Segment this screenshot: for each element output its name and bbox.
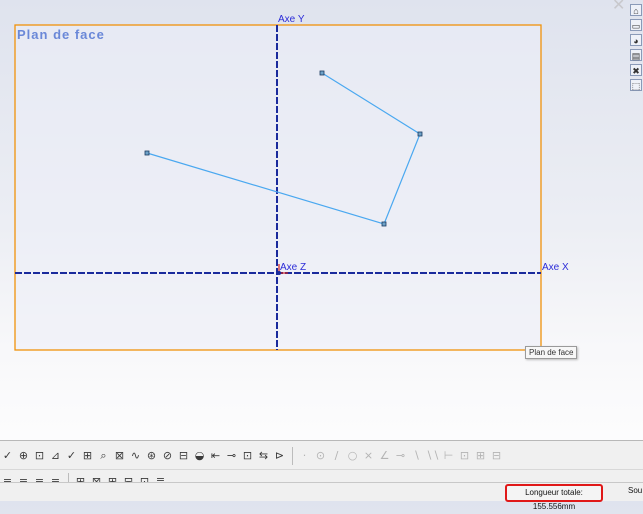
axis-y-label: Axe Y (278, 14, 305, 25)
delete-icon[interactable]: ✖ (630, 64, 642, 76)
sketch-point[interactable] (144, 150, 150, 156)
hide-show-icon[interactable]: ⊘ (160, 447, 175, 465)
fillet-icon[interactable]: ⊛ (144, 447, 159, 465)
relation-icon[interactable]: ⊕ (16, 447, 31, 465)
axis-x-label: Axe X (542, 262, 569, 273)
sketch-point[interactable] (381, 221, 387, 227)
circle-icon[interactable]: ⊙ (313, 447, 328, 465)
construction-icon[interactable]: ⊢ (441, 447, 456, 465)
rectangle-icon[interactable]: ⊡ (457, 447, 472, 465)
rapid-sketch-icon[interactable]: ⊡ (240, 447, 255, 465)
close-icon[interactable]: ✕ (612, 0, 625, 14)
status-bar: Longueur totale: 155.556mm Sou (0, 482, 643, 511)
folder-icon[interactable]: ▭ (630, 19, 642, 31)
part-icon[interactable]: ⬚ (630, 79, 642, 91)
display-relations-icon[interactable]: ⊡ (32, 447, 47, 465)
link-icon[interactable]: ⊸ (224, 447, 239, 465)
spline-icon[interactable]: ∿ (128, 447, 143, 465)
toolbar-separator (292, 447, 293, 465)
mirror-icon[interactable]: ⇆ (256, 447, 271, 465)
display-style-icon[interactable]: ⊟ (176, 447, 191, 465)
home-icon[interactable]: ⌂ (630, 4, 642, 16)
plane-title: Plan de face (17, 27, 105, 42)
ellipse-icon[interactable]: ○ (345, 447, 360, 465)
task-pane-tabs: ⌂ ▭ ◕ ▤ ✖ ⬚ (629, 2, 643, 94)
move-icon[interactable]: ⇤ (208, 447, 223, 465)
section-view-icon[interactable]: ⊠ (112, 447, 127, 465)
play-icon[interactable]: ⊳ (272, 447, 287, 465)
check-sketch-icon[interactable]: ✓ (64, 447, 79, 465)
offset-icon[interactable]: ∖ (409, 447, 424, 465)
trim-icon[interactable]: ⨯ (361, 447, 376, 465)
zoom-icon[interactable]: ⌕ (96, 447, 111, 465)
graphics-area[interactable]: Plan de face Axe Y Axe X Axe Z Plan de f… (0, 0, 643, 440)
sketch-canvas[interactable] (0, 0, 643, 440)
axis-z-label: Axe Z (280, 262, 307, 273)
pattern-icon[interactable]: ⊟ (489, 447, 504, 465)
table-icon[interactable]: ⊞ (473, 447, 488, 465)
angle-icon[interactable]: ⊿ (48, 447, 63, 465)
status-extra-text: Sou (628, 486, 643, 495)
grid-icon[interactable]: ⊞ (80, 447, 95, 465)
appearance-icon[interactable]: ◒ (192, 447, 207, 465)
angle-tool-icon[interactable]: ∠ (377, 447, 392, 465)
sketch-point[interactable] (319, 70, 325, 76)
plane-tooltip: Plan de face (525, 346, 578, 359)
extend-icon[interactable]: ⊸ (393, 447, 408, 465)
total-length-status: Longueur totale: 155.556mm (505, 484, 603, 511)
smart-dimension-icon[interactable]: ✓ (0, 447, 15, 465)
property-icon[interactable]: ▤ (630, 49, 642, 61)
line-icon[interactable]: ∕ (329, 447, 344, 465)
parallel-icon[interactable]: ∖∖ (425, 447, 440, 465)
sketch-toolbar-row: ✓ ⊕ ⊡ ⊿ ✓ ⊞ ⌕ ⊠ ∿ ⊛ ⊘ ⊟ ◒ ⇤ ⊸ ⊡ ⇆ ⊳ · ⊙ … (0, 444, 505, 468)
point-icon[interactable]: · (297, 447, 312, 465)
sketch-point[interactable] (417, 131, 423, 137)
appearance-icon[interactable]: ◕ (630, 34, 642, 46)
